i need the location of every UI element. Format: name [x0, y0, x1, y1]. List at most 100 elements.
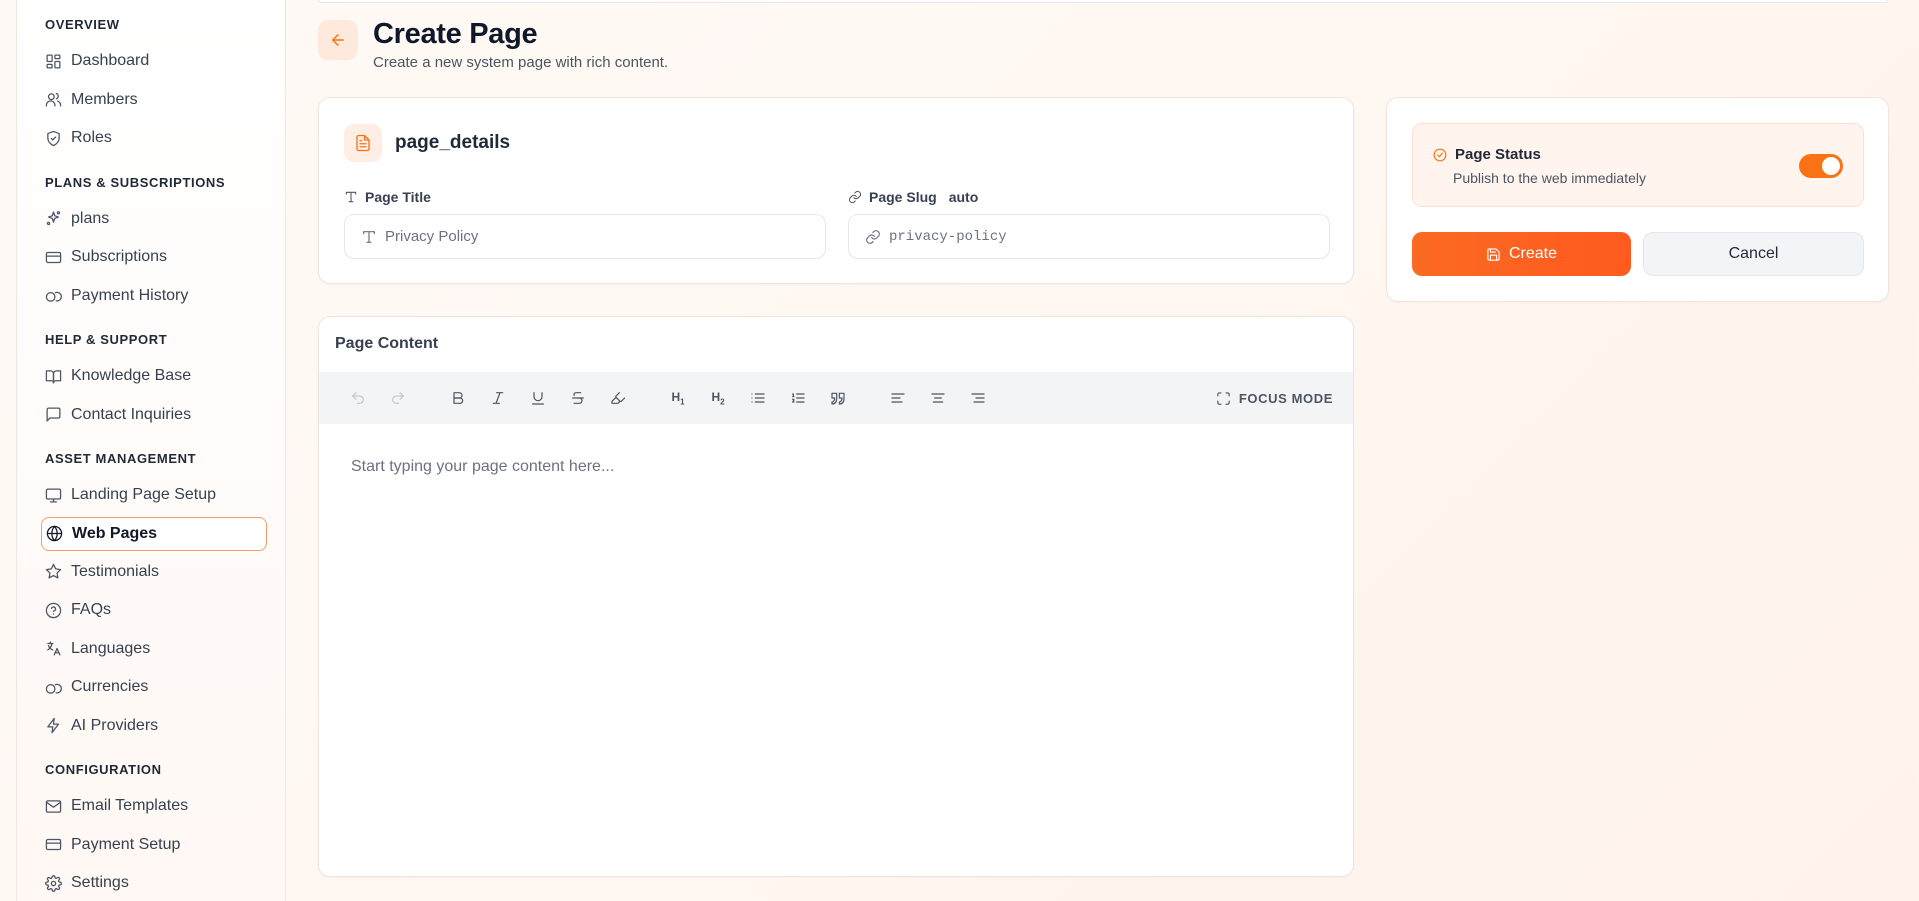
type-icon	[363, 230, 375, 243]
sidebar-item-label: Testimonials	[71, 562, 160, 580]
list-ordered-icon	[792, 393, 805, 403]
sidebar-item-currencies[interactable]: Currencies	[41, 668, 267, 707]
arrow-left-icon	[332, 34, 344, 46]
zap-icon	[47, 718, 60, 734]
status-box: Page Status Publish to the web immediate…	[1412, 123, 1864, 207]
strikethrough-button[interactable]	[558, 383, 598, 413]
nav-section-assets: ASSET MANAGEMENT Landing Page Setup Web …	[41, 450, 267, 745]
align-left-icon	[891, 393, 905, 403]
blockquote-button[interactable]	[818, 383, 858, 413]
nav-section-overview: OVERVIEW Dashboard Members Roles	[45, 16, 267, 158]
cancel-button[interactable]: Cancel	[1643, 232, 1864, 276]
align-left-button[interactable]	[878, 383, 918, 413]
coins-icon	[45, 292, 62, 303]
align-right-button[interactable]	[958, 383, 998, 413]
sidebar-item-ai-providers[interactable]: AI Providers	[41, 707, 267, 746]
shield-icon	[47, 130, 60, 146]
sidebar-item-label: Email Templates	[71, 797, 189, 815]
sidebar-item-roles[interactable]: Roles	[41, 119, 267, 158]
page-title-field: Page Title	[344, 188, 826, 259]
page-title-input-wrapper	[344, 214, 826, 259]
sidebar-item-testimonials[interactable]: Testimonials	[41, 553, 267, 592]
list-icon	[751, 393, 765, 403]
sparkles-icon	[46, 211, 61, 226]
credit-card-icon	[45, 251, 62, 263]
sidebar-item-web-pages[interactable]: Web Pages	[41, 516, 267, 551]
page-slug-input[interactable]	[889, 228, 1289, 245]
globe-icon	[46, 525, 63, 542]
bold-button[interactable]	[438, 383, 478, 413]
link-icon	[848, 190, 862, 204]
align-center-button[interactable]	[918, 383, 958, 413]
type-icon	[345, 191, 357, 203]
sidebar-item-contact-inquiries[interactable]: Contact Inquiries	[41, 396, 267, 435]
highlight-button[interactable]	[598, 383, 638, 413]
redo-icon	[392, 392, 404, 404]
page-title-input[interactable]	[385, 228, 785, 245]
back-button[interactable]	[318, 20, 358, 60]
undo-button[interactable]	[338, 383, 378, 413]
bullet-list-button[interactable]	[738, 383, 778, 413]
sidebar-item-label: Contact Inquiries	[71, 405, 192, 423]
status-subtitle: Publish to the web immediately	[1453, 170, 1646, 186]
page-title-label-text: Page Title	[365, 189, 431, 205]
page-details-card: page_details Page Title Page Slug auto	[318, 97, 1354, 284]
sidebar-item-languages[interactable]: Languages	[41, 630, 267, 669]
details-title: page_details	[395, 132, 511, 153]
sidebar-item-label: FAQs	[71, 601, 112, 619]
star-icon	[45, 564, 62, 579]
page-slug-label-text: Page Slug	[869, 189, 937, 205]
section-title: PLANS & SUBSCRIPTIONS	[45, 174, 226, 190]
underline-icon	[532, 392, 544, 405]
heading-1-icon: H1	[671, 389, 685, 407]
sidebar-item-payment-setup[interactable]: Payment Setup	[41, 826, 267, 865]
save-icon	[1487, 247, 1500, 261]
focus-mode-button[interactable]: FOCUS MODE	[1216, 372, 1333, 424]
mail-icon	[45, 799, 62, 813]
page-slug-field: Page Slug auto	[848, 188, 1330, 259]
create-button[interactable]: Create	[1412, 232, 1631, 276]
sidebar-item-label: Settings	[71, 874, 129, 892]
document-badge	[344, 124, 382, 162]
page-status-card: Page Status Publish to the web immediate…	[1386, 97, 1889, 302]
underline-button[interactable]	[518, 383, 558, 413]
heading-2-button[interactable]: H2	[698, 383, 738, 413]
users-icon	[45, 93, 62, 107]
sidebar-item-label: plans	[71, 209, 110, 227]
sidebar-item-settings[interactable]: Settings	[41, 864, 267, 901]
status-title: Page Status	[1433, 146, 1541, 163]
nav-section-configuration: CONFIGURATION Email Templates Payment Se…	[45, 761, 267, 901]
sidebar-item-subscriptions[interactable]: Subscriptions	[41, 238, 267, 277]
bold-icon	[453, 392, 464, 404]
section-title: ASSET MANAGEMENT	[45, 451, 197, 466]
sidebar-item-label: Roles	[71, 129, 112, 147]
sidebar-item-faqs[interactable]: FAQs	[41, 591, 267, 630]
sidebar-item-dashboard[interactable]: Dashboard	[41, 42, 267, 81]
file-text-icon	[356, 134, 370, 152]
cancel-button-label: Cancel	[1728, 245, 1779, 262]
check-circle-icon	[1433, 148, 1447, 161]
page-content-label: Page Content	[335, 335, 439, 352]
content-editor[interactable]: Start typing your page content here...	[319, 424, 1353, 876]
align-right-icon	[971, 393, 985, 403]
create-button-label: Create	[1508, 245, 1558, 262]
gear-icon	[45, 874, 62, 892]
sidebar-item-plans[interactable]: plans	[41, 200, 267, 239]
auto-tag: auto	[948, 189, 979, 205]
sidebar-item-email-templates[interactable]: Email Templates	[41, 787, 267, 826]
book-icon	[45, 369, 62, 384]
sidebar-item-payment-history[interactable]: Payment History	[41, 277, 267, 316]
sidebar-item-label: Payment History	[71, 286, 189, 304]
sidebar-item-knowledge-base[interactable]: Knowledge Base	[41, 357, 267, 396]
redo-button[interactable]	[378, 383, 418, 413]
maximize-icon	[1217, 391, 1230, 405]
heading-1-button[interactable]: H1	[658, 383, 698, 413]
italic-button[interactable]	[478, 383, 518, 413]
sidebar-item-label: Languages	[71, 639, 151, 657]
ordered-list-button[interactable]	[778, 383, 818, 413]
sidebar-item-members[interactable]: Members	[41, 81, 267, 120]
align-center-icon	[931, 393, 945, 403]
sidebar-item-landing-page-setup[interactable]: Landing Page Setup	[41, 476, 267, 515]
publish-toggle[interactable]	[1799, 154, 1843, 178]
italic-icon	[492, 392, 504, 404]
